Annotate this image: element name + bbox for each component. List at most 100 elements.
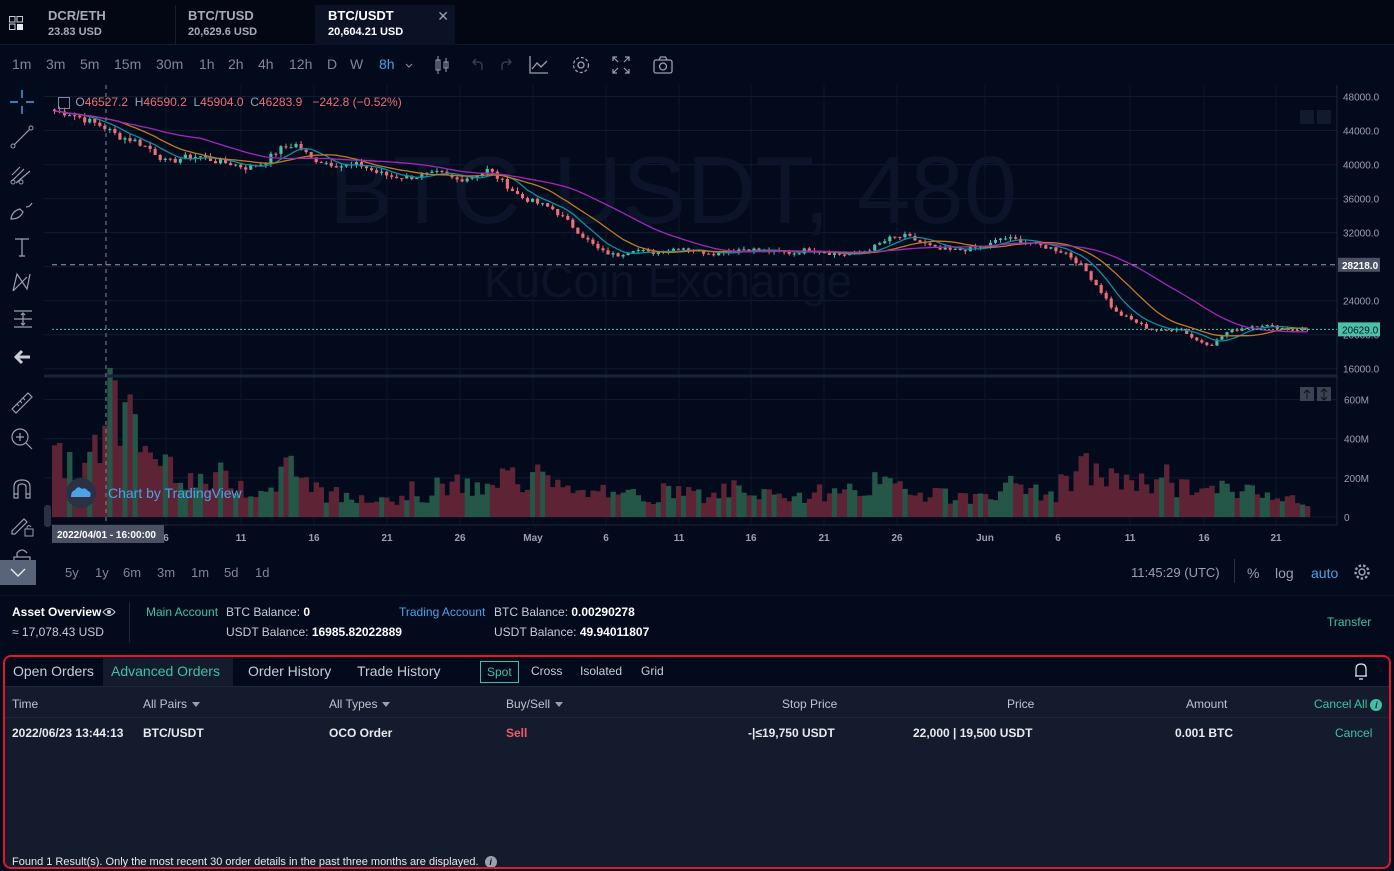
ohlc-legend: O46527.2 H46590.2 L45904.0 C46283.9 −242… [58,95,402,109]
tab-advanced-orders[interactable]: Advanced Orders [103,657,233,687]
candle-body [963,250,967,252]
scale-up-button[interactable] [1300,110,1314,124]
tab-order-history[interactable]: Order History [240,657,339,687]
filter-buy-sell[interactable]: Buy/Sell [506,697,564,711]
segment-spot[interactable]: Spot [480,661,519,683]
pattern-icon[interactable] [8,269,36,297]
segment-grid[interactable]: Grid [635,661,670,683]
symbol-tab-btc-tusd[interactable]: BTC/TUSD 20,629.6 USD [180,5,320,45]
zoom-in-icon[interactable] [8,425,36,453]
segment-isolated[interactable]: Isolated [574,661,628,683]
log-scale-toggle[interactable]: log [1275,565,1294,581]
magnet-icon[interactable] [8,475,36,503]
main-account-link[interactable]: Main Account [146,605,218,619]
range-divider [1234,559,1235,583]
range-5d[interactable]: 5d [224,565,238,580]
segment-cross[interactable]: Cross [525,661,568,683]
scale-fit-button[interactable] [1317,110,1331,124]
prediction-icon[interactable] [8,305,36,333]
legend-toggle-icon[interactable] [58,96,70,109]
auto-scale-toggle[interactable]: auto [1311,565,1338,581]
range-3m[interactable]: 3m [157,565,175,580]
candles-icon[interactable] [431,54,453,76]
candle-body [123,138,127,140]
range-6m[interactable]: 6m [123,565,141,580]
volume-bar [1269,499,1276,517]
volume-bar [816,484,823,517]
panel-collapse-handle[interactable] [44,505,51,527]
timeframe-4h[interactable]: 4h [258,56,274,72]
range-5y[interactable]: 5y [65,565,79,580]
tab-open-orders[interactable]: Open Orders [5,657,102,687]
chart-settings-gear-icon[interactable] [1353,563,1371,581]
brush-icon[interactable] [8,197,36,225]
volume-bar [369,502,375,517]
timeframe-5m[interactable]: 5m [80,56,99,72]
back-arrow-icon[interactable] [8,343,36,371]
volume-bar [509,467,516,517]
timeframe-15m[interactable]: 15m [114,56,141,72]
pitchfork-icon[interactable] [8,161,36,189]
filter-all-types[interactable]: All Types [329,697,391,711]
volume-bar [731,480,737,517]
trading-account-link[interactable]: Trading Account [399,605,485,619]
ruler-icon[interactable] [8,389,36,417]
range-1m[interactable]: 1m [191,565,209,580]
utc-clock[interactable]: 11:45:29 (UTC) [1131,565,1220,580]
timeframe-8h[interactable]: 8h [379,56,395,72]
timeframe-30m[interactable]: 30m [156,56,183,72]
volume-bar [419,502,425,517]
volume-bar [635,495,642,517]
timeframe-1h[interactable]: 1h [199,56,215,72]
timeframe-w[interactable]: W [350,56,363,72]
gear-icon[interactable] [570,54,592,76]
candle-body [601,248,605,251]
bell-icon[interactable] [1353,661,1369,681]
layout-grid-icon[interactable] [9,16,23,30]
volume-bar [580,489,586,517]
indicators-icon[interactable] [527,54,549,76]
close-tab-icon[interactable]: ✕ [437,8,449,25]
timeframe-2h[interactable]: 2h [228,56,244,72]
transfer-button[interactable]: Transfer [1327,615,1371,629]
candle-body [515,190,520,194]
price-tick-label: 48000.0 [1343,93,1380,104]
timeframe-3m[interactable]: 3m [46,56,65,72]
chevron-down-icon[interactable] [400,54,418,76]
cancel-all-button[interactable]: Cancel All i [1314,697,1383,711]
volume-bar [1214,493,1220,517]
filter-all-pairs[interactable]: All Pairs [143,697,201,711]
candle-body [671,248,676,251]
volume-bar [504,470,511,517]
percent-scale-toggle[interactable]: % [1247,565,1259,581]
undo-icon[interactable] [467,54,489,76]
camera-icon[interactable] [652,54,674,76]
volume-bar [469,495,475,517]
redo-icon[interactable] [495,54,517,76]
tab-trade-history[interactable]: Trade History [349,657,449,687]
chart-canvas[interactable]: BTC-USDT, 480 KuCoin Exchange 16000.0 200… [44,85,1394,590]
volume-bar [630,489,637,517]
price-chart[interactable]: BTC-USDT, 480 KuCoin Exchange 16000.0 200… [44,85,1394,590]
crosshair-icon[interactable] [8,88,36,116]
lock-drawing-icon[interactable] [8,511,36,539]
eye-icon[interactable] [102,605,116,619]
timeframe-12h[interactable]: 12h [289,56,312,72]
collapse-toolbar-button[interactable] [0,560,36,585]
range-1d[interactable]: 1d [255,565,269,580]
trendline-icon[interactable] [8,123,36,151]
volume-bar [1113,473,1120,517]
volume-bar [907,494,913,517]
orders-panel: Open Orders Advanced Orders Order Histor… [3,655,1391,869]
timeframe-1m[interactable]: 1m [12,56,31,72]
tradingview-link[interactable]: Chart by TradingView [108,485,242,501]
range-1y[interactable]: 1y [95,565,109,580]
order-type: OCO Order [329,726,393,740]
timeframe-d[interactable]: D [327,56,337,72]
symbol-tab-btc-usdt[interactable]: BTC/USDT 20,604.21 USD ✕ [315,5,455,45]
symbol-tab-dcr-eth[interactable]: DCR/ETH 23.83 USD [40,5,180,45]
fullscreen-icon[interactable] [610,54,632,76]
cancel-order-button[interactable]: Cancel [1335,726,1372,740]
text-icon[interactable] [8,233,36,261]
volume-bar [535,464,541,517]
